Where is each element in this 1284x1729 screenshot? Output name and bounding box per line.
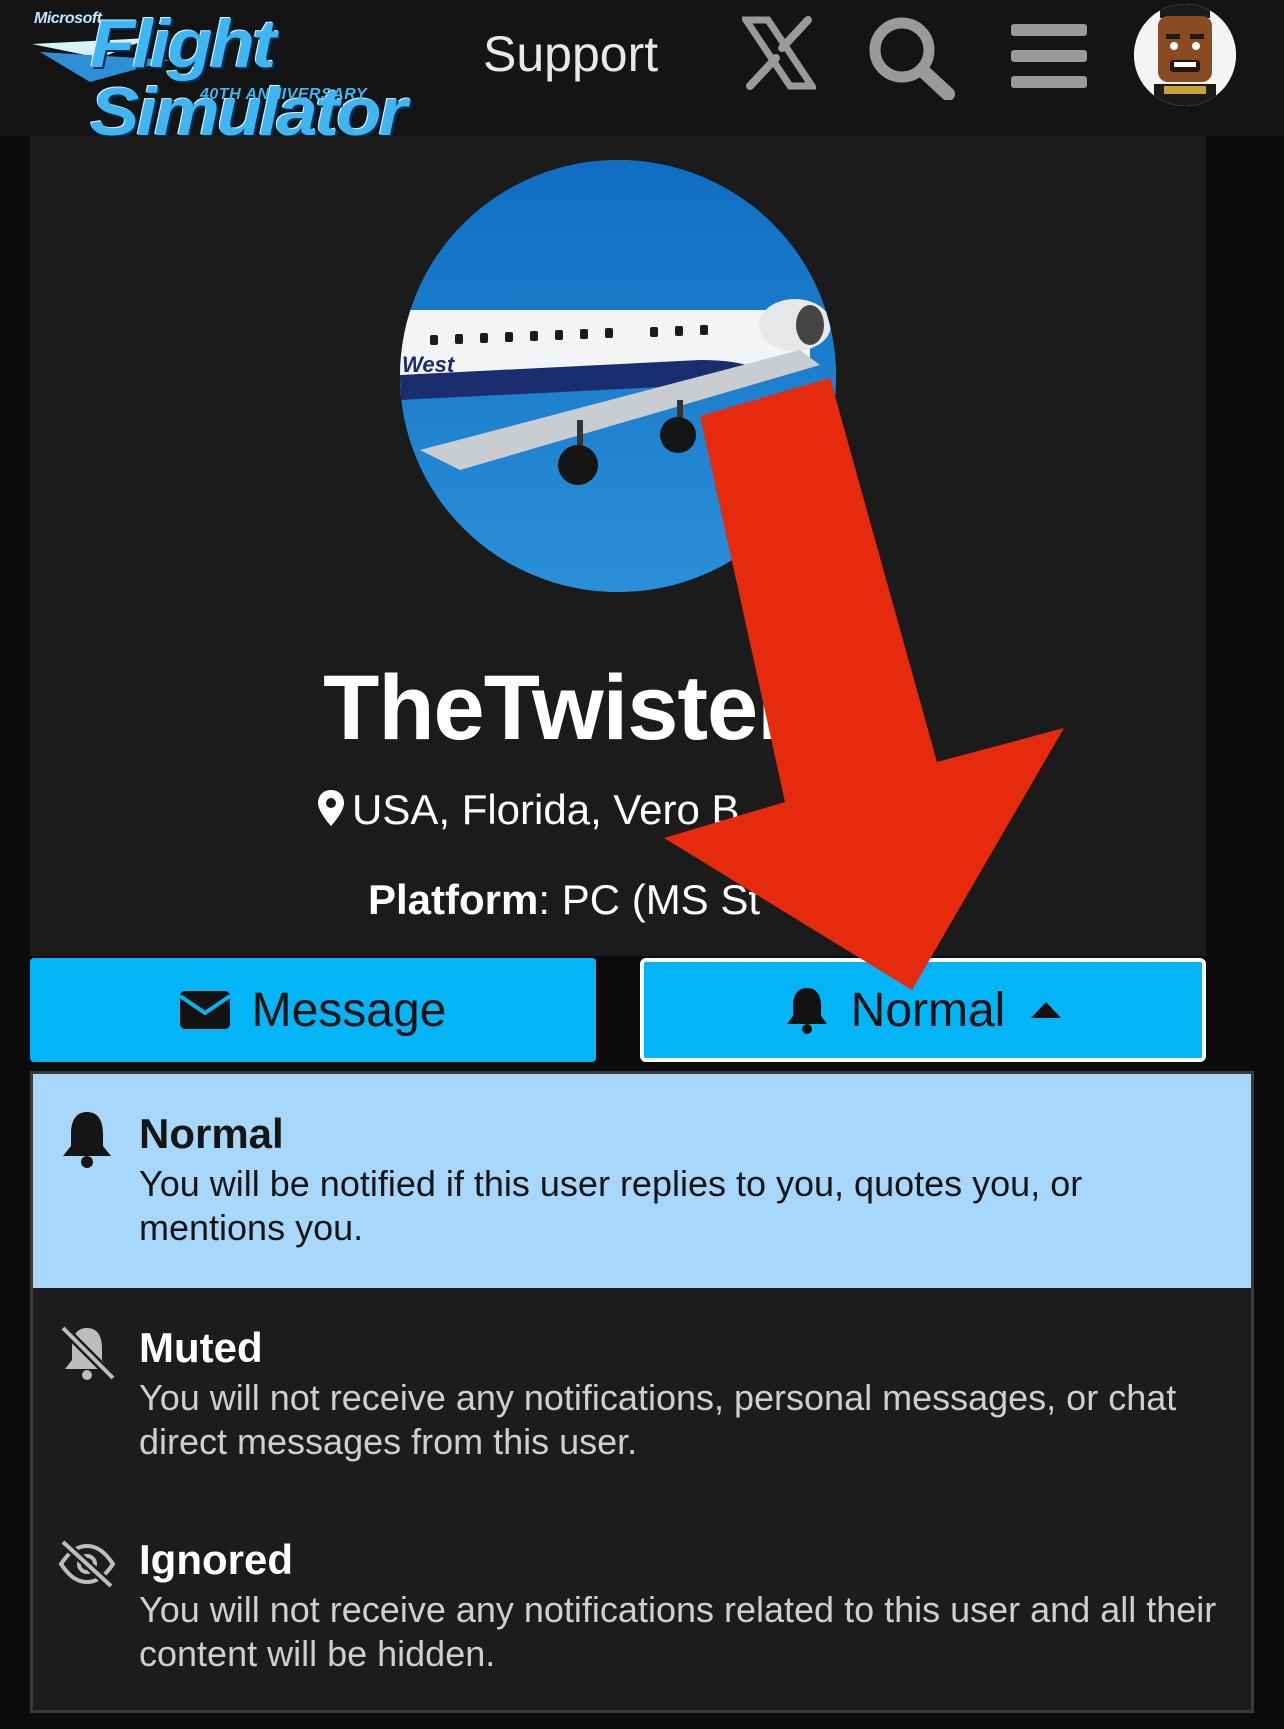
logo-subtitle-text: 40TH ANNIVERSARY xyxy=(200,86,368,103)
envelope-icon xyxy=(179,991,230,1029)
message-button-label: Message xyxy=(251,983,447,1037)
platform-label: Platform xyxy=(368,876,539,923)
profile-username: TheTwister7 6 xyxy=(323,657,918,759)
airplane-photo-image: West xyxy=(400,160,836,592)
bell-icon xyxy=(63,1112,111,1168)
bell-icon xyxy=(786,988,827,1034)
option-normal[interactable]: Normal You will be notified if this user… xyxy=(33,1074,1251,1288)
option-ignored-description: You will not receive any notifications r… xyxy=(139,1589,1217,1674)
option-normal-description: You will be notified if this user replie… xyxy=(139,1163,1083,1248)
message-button[interactable]: Message xyxy=(30,958,596,1062)
search-icon[interactable] xyxy=(866,14,956,100)
profile-photo[interactable]: West xyxy=(400,160,836,592)
option-muted[interactable]: Muted You will not receive any notificat… xyxy=(33,1288,1251,1500)
option-muted-description: You will not receive any notifications, … xyxy=(139,1377,1177,1462)
x-logo-icon[interactable] xyxy=(742,16,816,90)
notification-options-dropdown: Normal You will be notified if this user… xyxy=(30,1071,1254,1713)
location-text: USA, Florida, Vero B xyxy=(352,786,740,833)
profile-platform: Platform: PC (MS St xyxy=(368,876,760,924)
flight-simulator-logo[interactable]: Microsoft Flight Simulator 40TH ANNIVERS… xyxy=(30,6,410,146)
location-pin-icon xyxy=(318,790,344,826)
option-muted-title: Muted xyxy=(139,1324,263,1371)
logo-title-text: Flight Simulator xyxy=(90,5,407,150)
profile-location: USA, Florida, Vero B xyxy=(318,786,740,834)
user-avatar[interactable] xyxy=(1134,4,1236,106)
caret-up-icon xyxy=(1031,1002,1062,1018)
nav-support-link[interactable]: Support xyxy=(483,24,658,84)
platform-value: : PC (MS St xyxy=(538,876,761,923)
notification-setting-button[interactable]: Normal xyxy=(640,958,1206,1062)
site-header: Microsoft Flight Simulator 40TH ANNIVERS… xyxy=(0,0,1284,146)
lego-figure-avatar-image xyxy=(1134,4,1236,106)
hamburger-menu-icon[interactable] xyxy=(1011,22,1087,90)
bell-slash-icon xyxy=(59,1324,117,1382)
option-ignored-title: Ignored xyxy=(139,1536,293,1583)
notification-setting-label: Normal xyxy=(850,983,1006,1037)
eye-slash-icon xyxy=(58,1538,116,1590)
option-normal-title: Normal xyxy=(139,1110,284,1157)
aircraft-livery-text: West xyxy=(402,352,456,377)
option-ignored[interactable]: Ignored You will not receive any notific… xyxy=(33,1500,1251,1712)
